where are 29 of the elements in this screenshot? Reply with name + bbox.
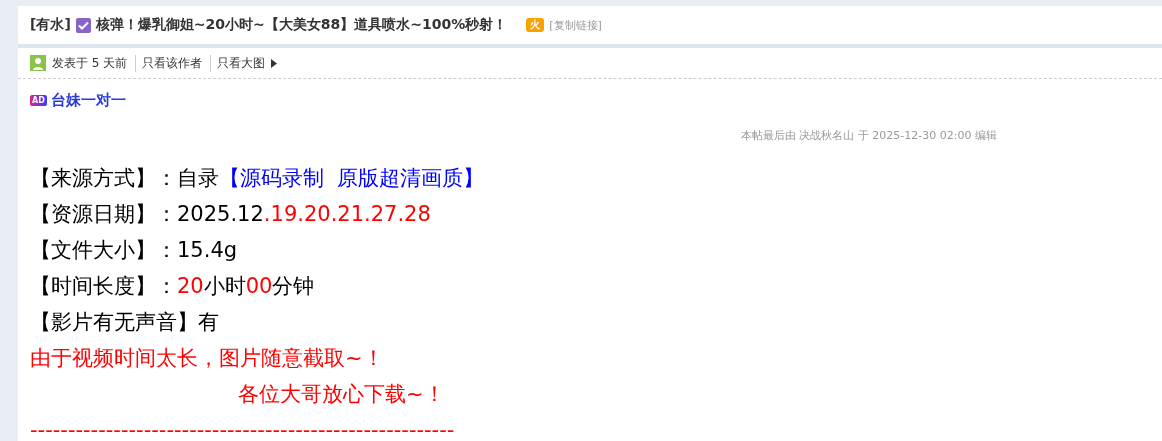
filter-link[interactable]: 只看大图 <box>210 54 266 72</box>
post-text: 00 <box>245 274 273 298</box>
post-text: 20 <box>177 274 204 298</box>
post-text: 【文件大小】： <box>30 238 177 262</box>
post-text: 【资源日期】： <box>30 202 177 226</box>
post-text: 【源码录制 原版超清画质】 <box>219 166 485 190</box>
post-text: 分钟 <box>272 274 315 298</box>
post-text: 15.4g <box>177 238 238 262</box>
ad-badge: AD <box>30 95 47 106</box>
filter-link[interactable]: 只看该作者 <box>135 54 203 72</box>
post-text: 由于视频时间太长，图片随意截取~！ <box>30 346 384 370</box>
post-text: 【来源方式】： <box>30 166 177 190</box>
post-text: -------------------------------------------------------- <box>30 418 455 441</box>
post-text: .19.20.21.27.28 <box>263 202 431 226</box>
thread-title: 核弹！爆乳御姐~20小时~【大美女88】道具喷水~100%秒射！ <box>95 16 508 34</box>
caret-icon <box>271 58 278 68</box>
post-text: 各位大哥放心下载~！ <box>238 382 445 406</box>
hot-badge: 火 <box>526 18 545 32</box>
post-text: 小时 <box>203 274 246 298</box>
post-text: 【时间长度】： <box>30 274 177 298</box>
checkmark-icon <box>75 17 91 33</box>
post-time: 发表于 5 天前 <box>52 54 128 72</box>
edit-note: 本帖最后由 决战秋名山 于 2025-12-30 02:00 编辑 <box>740 128 997 143</box>
user-avatar-icon <box>30 55 46 71</box>
thread-tag: [有水] <box>30 16 71 34</box>
ad-link[interactable]: 台妹一对一 <box>50 91 126 110</box>
post-text: 2025.12 <box>177 202 264 226</box>
post-text: 自录 <box>177 166 219 190</box>
post-text: 【影片有无声音】有 <box>30 310 219 334</box>
